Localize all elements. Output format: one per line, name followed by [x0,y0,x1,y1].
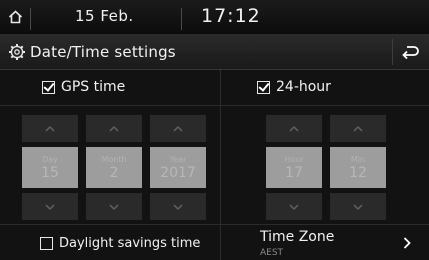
hour24-checkbox[interactable] [257,80,270,94]
minute-spinner: Min 12 [330,115,386,220]
month-up-button[interactable] [86,115,142,142]
minute-value-box: Min 12 [330,147,386,188]
day-down-button[interactable] [22,193,78,220]
daylight-savings-checkbox[interactable] [40,237,53,250]
year-value-box: Year 2017 [150,147,206,188]
time-zone-label: Time Zone [260,229,335,245]
chevron-up-icon [353,125,363,132]
home-button[interactable] [0,0,30,34]
day-up-button[interactable] [22,115,78,142]
chevron-down-icon [45,203,55,210]
chevron-up-icon [173,125,183,132]
page-title: Date/Time settings [30,43,176,61]
gps-time-toggle[interactable]: GPS time [42,79,125,95]
time-zone-value: AEST [260,248,284,258]
status-date: 15 Feb. [75,7,134,25]
minute-down-button[interactable] [330,193,386,220]
back-button[interactable] [392,39,427,65]
hour-value: 17 [285,164,303,181]
chevron-up-icon [289,125,299,132]
hour-up-button[interactable] [266,115,322,142]
back-icon [402,46,419,59]
year-label: Year [169,154,187,164]
status-bar: 15 Feb. 17:12 [0,0,429,35]
minute-value: 12 [349,164,367,181]
day-value: 15 [41,164,59,181]
home-icon [8,10,22,24]
hour24-toggle[interactable]: 24-hour [257,79,331,95]
status-time: 17:12 [201,5,261,27]
day-label: Day [42,154,58,164]
hour24-label: 24-hour [276,79,331,95]
divider [181,8,182,30]
chevron-down-icon [173,203,183,210]
month-spinner: Month 2 [86,115,142,220]
gps-time-checkbox[interactable] [42,80,55,94]
hour-value-box: Hour 17 [266,147,322,188]
chevron-right-icon [403,237,411,249]
minute-label: Min [350,154,366,164]
hour-spinner: Hour 17 [266,115,322,220]
daylight-savings-toggle[interactable]: Daylight savings time [40,236,200,251]
daylight-savings-label: Daylight savings time [59,236,201,251]
chevron-up-icon [45,125,55,132]
month-value: 2 [109,164,119,181]
options-divider [0,105,429,106]
hour-down-button[interactable] [266,193,322,220]
year-up-button[interactable] [150,115,206,142]
chevron-up-icon [109,125,119,132]
hour-label: Hour [284,154,304,164]
chevron-down-icon [353,203,363,210]
year-down-button[interactable] [150,193,206,220]
month-value-box: Month 2 [86,147,142,188]
day-value-box: Day 15 [22,147,78,188]
chevron-down-icon [109,203,119,210]
year-spinner: Year 2017 [150,115,206,220]
month-label: Month [101,154,127,164]
title-bar: Date/Time settings [0,35,429,70]
gear-icon [9,44,25,60]
year-value: 2017 [160,164,196,181]
day-spinner: Day 15 [22,115,78,220]
divider [30,8,31,30]
month-down-button[interactable] [86,193,142,220]
gps-time-label: GPS time [61,79,126,95]
minute-up-button[interactable] [330,115,386,142]
chevron-down-icon [289,203,299,210]
